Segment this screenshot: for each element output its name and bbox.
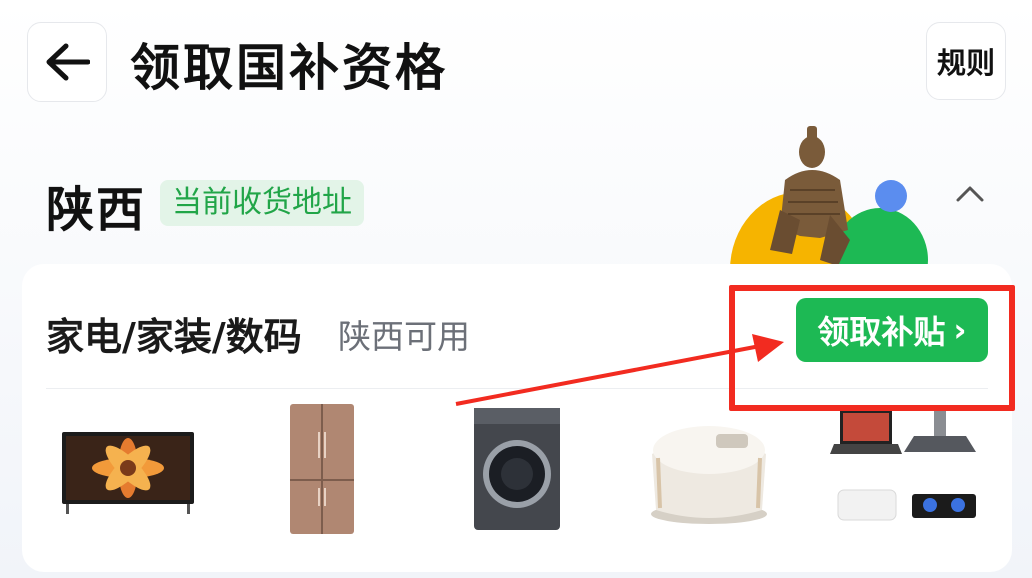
rice-cooker-image[interactable] bbox=[646, 414, 772, 526]
terracotta-warrior-illustration bbox=[730, 120, 940, 270]
category-availability: 陕西可用 bbox=[338, 317, 470, 356]
back-button[interactable] bbox=[27, 22, 107, 102]
chevron-up-icon bbox=[956, 186, 984, 202]
collapse-button[interactable] bbox=[950, 176, 990, 212]
current-address-badge: 当前收货地址 bbox=[160, 180, 364, 226]
television-image[interactable] bbox=[60, 430, 196, 516]
province-name: 陕西 bbox=[46, 182, 147, 238]
laptop-range-hood-ac-stove-image[interactable] bbox=[830, 404, 982, 530]
annotation-highlight-box bbox=[729, 285, 1015, 411]
category-title: 家电/家装/数码 bbox=[46, 315, 302, 359]
page-title: 领取国补资格 bbox=[130, 39, 448, 97]
washing-machine-image[interactable] bbox=[472, 406, 562, 532]
arrow-left-icon bbox=[46, 43, 90, 81]
refrigerator-image[interactable] bbox=[288, 402, 356, 536]
rules-button[interactable]: 规则 bbox=[926, 22, 1006, 100]
top-bar: 领取国补资格 规则 bbox=[0, 0, 1032, 120]
